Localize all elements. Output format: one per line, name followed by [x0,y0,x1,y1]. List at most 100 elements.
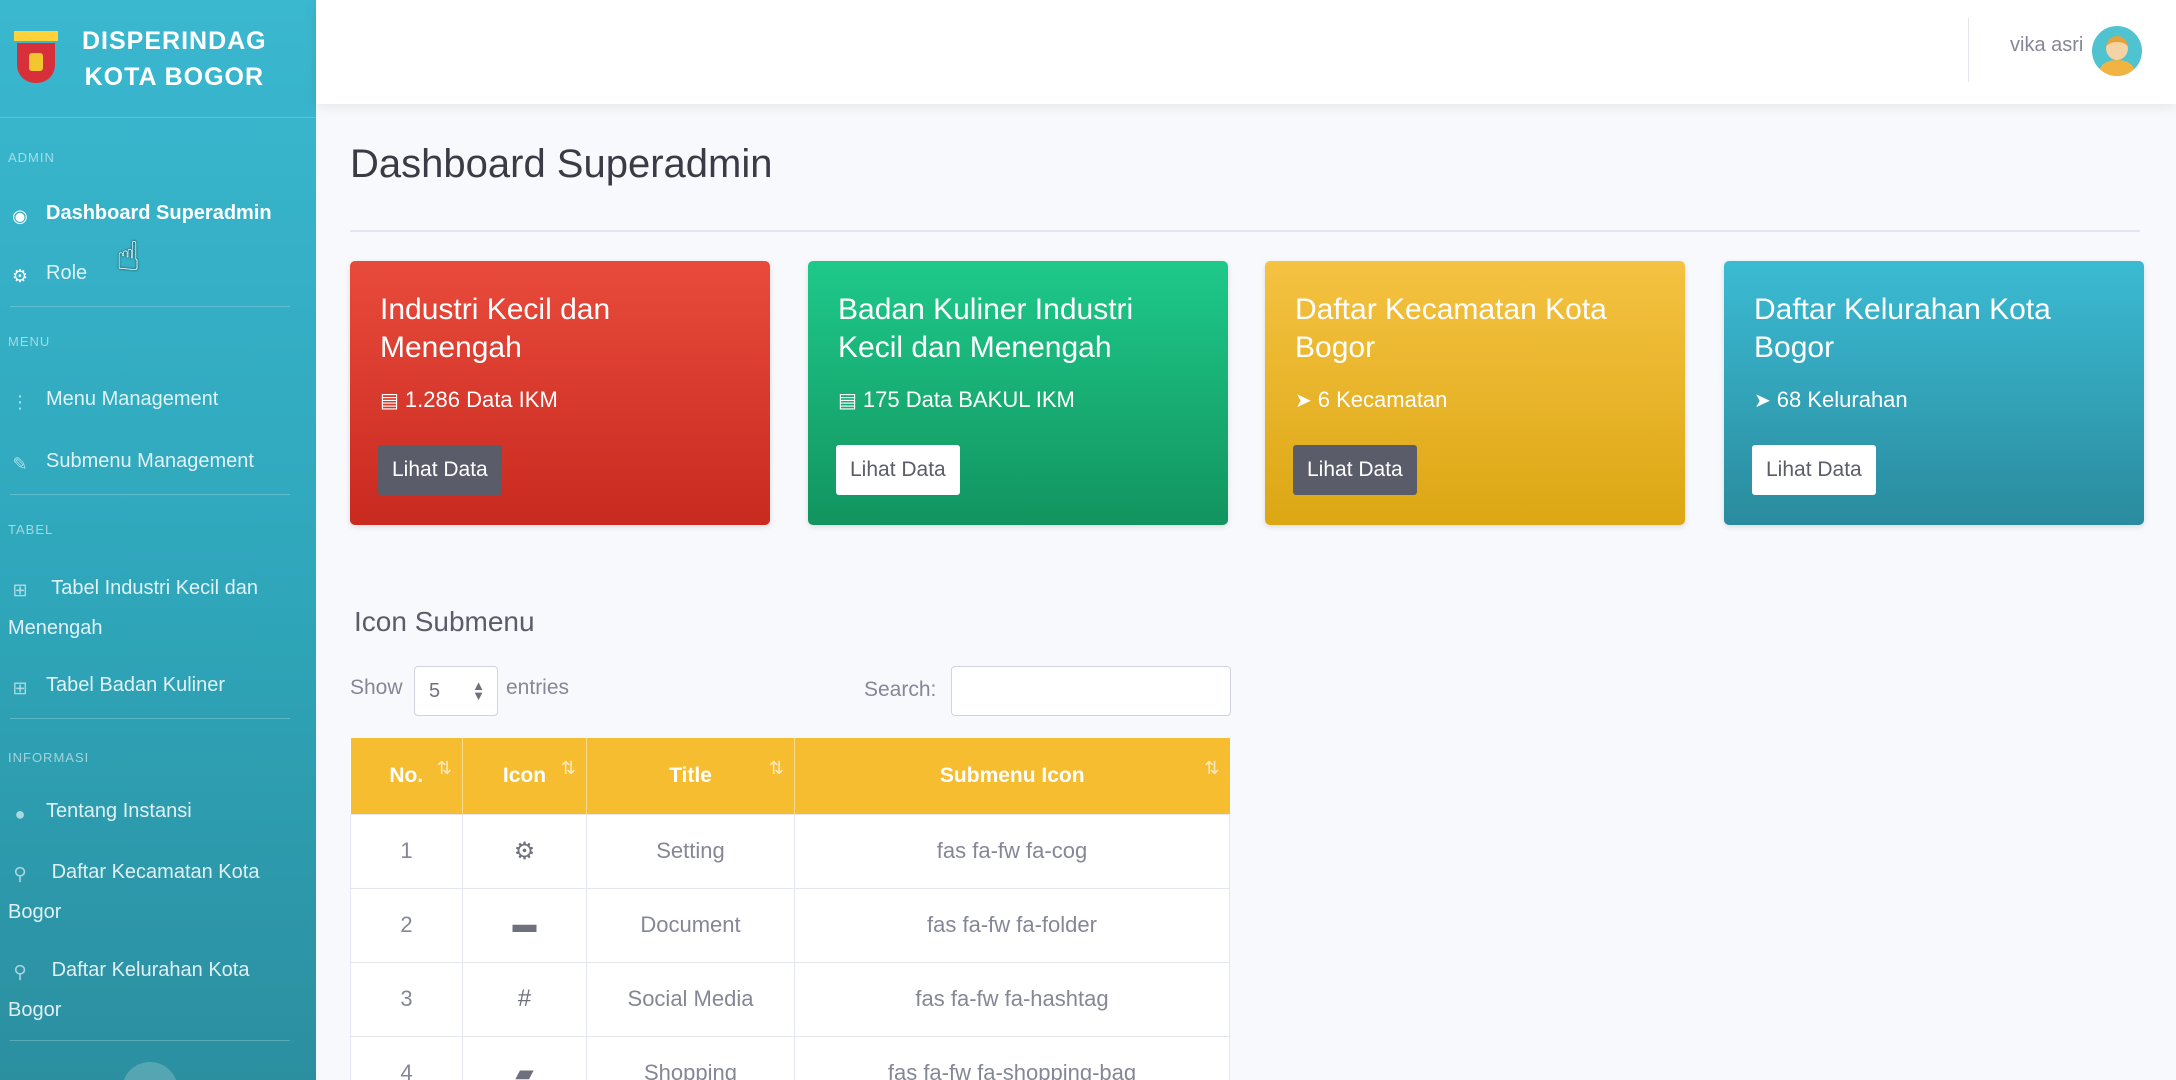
column-header-icon[interactable]: Icon ⇅ [462,738,587,814]
sidebar-divider [10,718,290,719]
sort-icon: ⇅ [436,758,452,778]
page-title: Dashboard Superadmin [350,142,773,186]
location-arrow-icon: ➤ [1754,389,1771,412]
database-icon: ▤ [838,389,857,412]
sidebar-heading-tabel: TABEL [8,522,54,537]
table-row: 4 ▰ Shopping fas fa-fw fa-shopping-bag [350,1035,1230,1080]
info-circle-icon: ● [14,803,26,824]
show-label: Show [350,676,403,699]
cell-title: Social Media [586,961,795,1037]
sort-icon: ⇅ [560,758,576,778]
topbar: vika asri [316,0,2176,104]
icon-submenu-table: No. ⇅ Icon ⇅ Title ⇅ Submenu Icon ⇅ 1 ⚙ Sett… [350,738,1230,1080]
sidebar-item-tentang-instansi[interactable]: ● Tentang Instansi [8,800,308,826]
sidebar-heading-menu: MENU [8,334,51,349]
lihat-data-button[interactable]: Lihat Data [1293,445,1417,495]
sidebar-item-menu-management[interactable]: ⋮ Menu Management [8,388,308,414]
card-stat: 68 Kelurahan [1776,387,1908,412]
avatar[interactable] [2092,26,2142,76]
edit-icon: ✎ [12,453,28,474]
sidebar-item-submenu-management[interactable]: ✎ Submenu Management [8,450,308,476]
card-title: Badan Kuliner Industri Kecil dan Menenga… [838,293,1134,364]
sidebar-item-tabel-badan-kuliner[interactable]: ⊞ Tabel Badan Kuliner [8,674,308,700]
card-stat: 1.286 Data IKM [404,387,558,412]
table-icon: ⊞ [12,677,28,698]
hand-cursor-icon: ☝ [116,235,141,279]
sidebar-item-label: Menu Management [46,388,219,410]
column-header-title[interactable]: Title ⇅ [586,738,795,814]
lihat-data-button[interactable]: Lihat Data [1752,445,1876,495]
entries-select[interactable]: 5 ▲ ▼ [414,666,498,716]
ellipsis-vertical-icon: ⋮ [11,391,29,412]
brand[interactable]: DISPERINDAG KOTA BOGOR [0,0,316,118]
sidebar-item-dashboard[interactable]: ◉ Dashboard Superadmin [8,202,308,228]
map-marker-icon: ⚲ [13,961,27,982]
card-kecamatan: Daftar Kecamatan Kota Bogor ➤ 6 Kecamata… [1265,261,1685,525]
tachometer-icon: ◉ [12,205,28,226]
card-badan-kuliner: Badan Kuliner Industri Kecil dan Menenga… [808,261,1228,525]
location-arrow-icon: ➤ [1295,389,1312,412]
card-stat: 175 Data BAKUL IKM [862,387,1075,412]
sidebar-item-tabel-ikm[interactable]: ⊞ Tabel Industri Kecil dan Menengah [8,576,278,648]
sidebar-item-label: Role [46,262,88,284]
cell-submenu-icon: fas fa-fw fa-cog [794,813,1230,889]
sidebar-item-label: Daftar Kecamatan Kota Bogor [8,861,260,923]
cell-no: 1 [350,813,463,889]
card-title: Industri Kecil dan Menengah [380,293,611,364]
database-icon: ▤ [380,389,399,412]
lihat-data-button[interactable]: Lihat Data [378,445,502,495]
sidebar-toggle-button[interactable] [122,1062,178,1080]
sidebar-divider [10,1040,290,1041]
entries-label: entries [506,676,570,699]
topbar-divider [1968,18,1969,82]
sidebar-divider [10,494,290,495]
cell-no: 4 [350,1035,463,1080]
sidebar-item-label: Tabel Badan Kuliner [46,674,226,696]
select-arrows-icon: ▲ ▼ [472,678,485,703]
card-stat: 6 Kecamatan [1317,387,1448,412]
shopping-bag-icon: ▰ [515,1059,534,1080]
sidebar-heading-informasi: INFORMASI [8,750,90,765]
logo [14,30,58,87]
sidebar-item-label: Dashboard Superadmin [46,202,272,224]
table-icon: ⊞ [12,579,28,600]
card-kelurahan: Daftar Kelurahan Kota Bogor ➤ 68 Kelurah… [1724,261,2144,525]
cell-title: Setting [586,813,795,889]
sidebar-item-role[interactable]: ⚙ Role [8,262,308,288]
folder-icon: ▬ [512,911,537,938]
user-name[interactable]: vika asri [2010,34,2083,57]
section-title: Icon Submenu [354,606,535,637]
cell-submenu-icon: fas fa-fw fa-shopping-bag [794,1035,1230,1080]
hashtag-icon: # [517,985,532,1012]
column-header-no[interactable]: No. ⇅ [350,738,463,814]
sidebar-item-label: Submenu Management [46,450,254,472]
cog-icon: ⚙ [513,837,536,865]
cell-submenu-icon: fas fa-fw fa-folder [794,887,1230,963]
column-header-submenu-icon[interactable]: Submenu Icon ⇅ [794,738,1230,814]
sidebar-divider [10,306,290,307]
sidebar-heading-admin: ADMIN [8,150,55,165]
sidebar-item-daftar-kelurahan[interactable]: ⚲ Daftar Kelurahan Kota Bogor [8,958,278,1030]
card-title: Daftar Kelurahan Kota Bogor [1754,293,2051,364]
sort-icon: ⇅ [768,758,784,778]
sort-icon: ⇅ [1204,758,1220,778]
search-input[interactable] [951,666,1231,716]
sidebar-item-label: Tentang Instansi [46,800,192,822]
table-row: 3 # Social Media fas fa-fw fa-hashtag [350,961,1230,1037]
sidebar-item-label: Tabel Industri Kecil dan Menengah [8,577,258,639]
entries-select-value: 5 [429,679,441,702]
sidebar-item-daftar-kecamatan[interactable]: ⚲ Daftar Kecamatan Kota Bogor [8,860,278,932]
sidebar: DISPERINDAG KOTA BOGOR ADMIN ◉ Dashboard… [0,0,316,1080]
brand-line1: DISPERINDAG [82,26,267,55]
cell-no: 3 [350,961,463,1037]
search-label: Search: [864,678,937,701]
card-title: Daftar Kecamatan Kota Bogor [1295,293,1607,364]
cell-no: 2 [350,887,463,963]
cell-title: Document [586,887,795,963]
card-industri: Industri Kecil dan Menengah ▤ 1.286 Data… [350,261,770,525]
cell-submenu-icon: fas fa-fw fa-hashtag [794,961,1230,1037]
title-divider [350,230,2140,232]
lihat-data-button[interactable]: Lihat Data [836,445,960,495]
table-row: 1 ⚙ Setting fas fa-fw fa-cog [350,813,1230,889]
users-cog-icon: ⚙ [11,265,29,286]
